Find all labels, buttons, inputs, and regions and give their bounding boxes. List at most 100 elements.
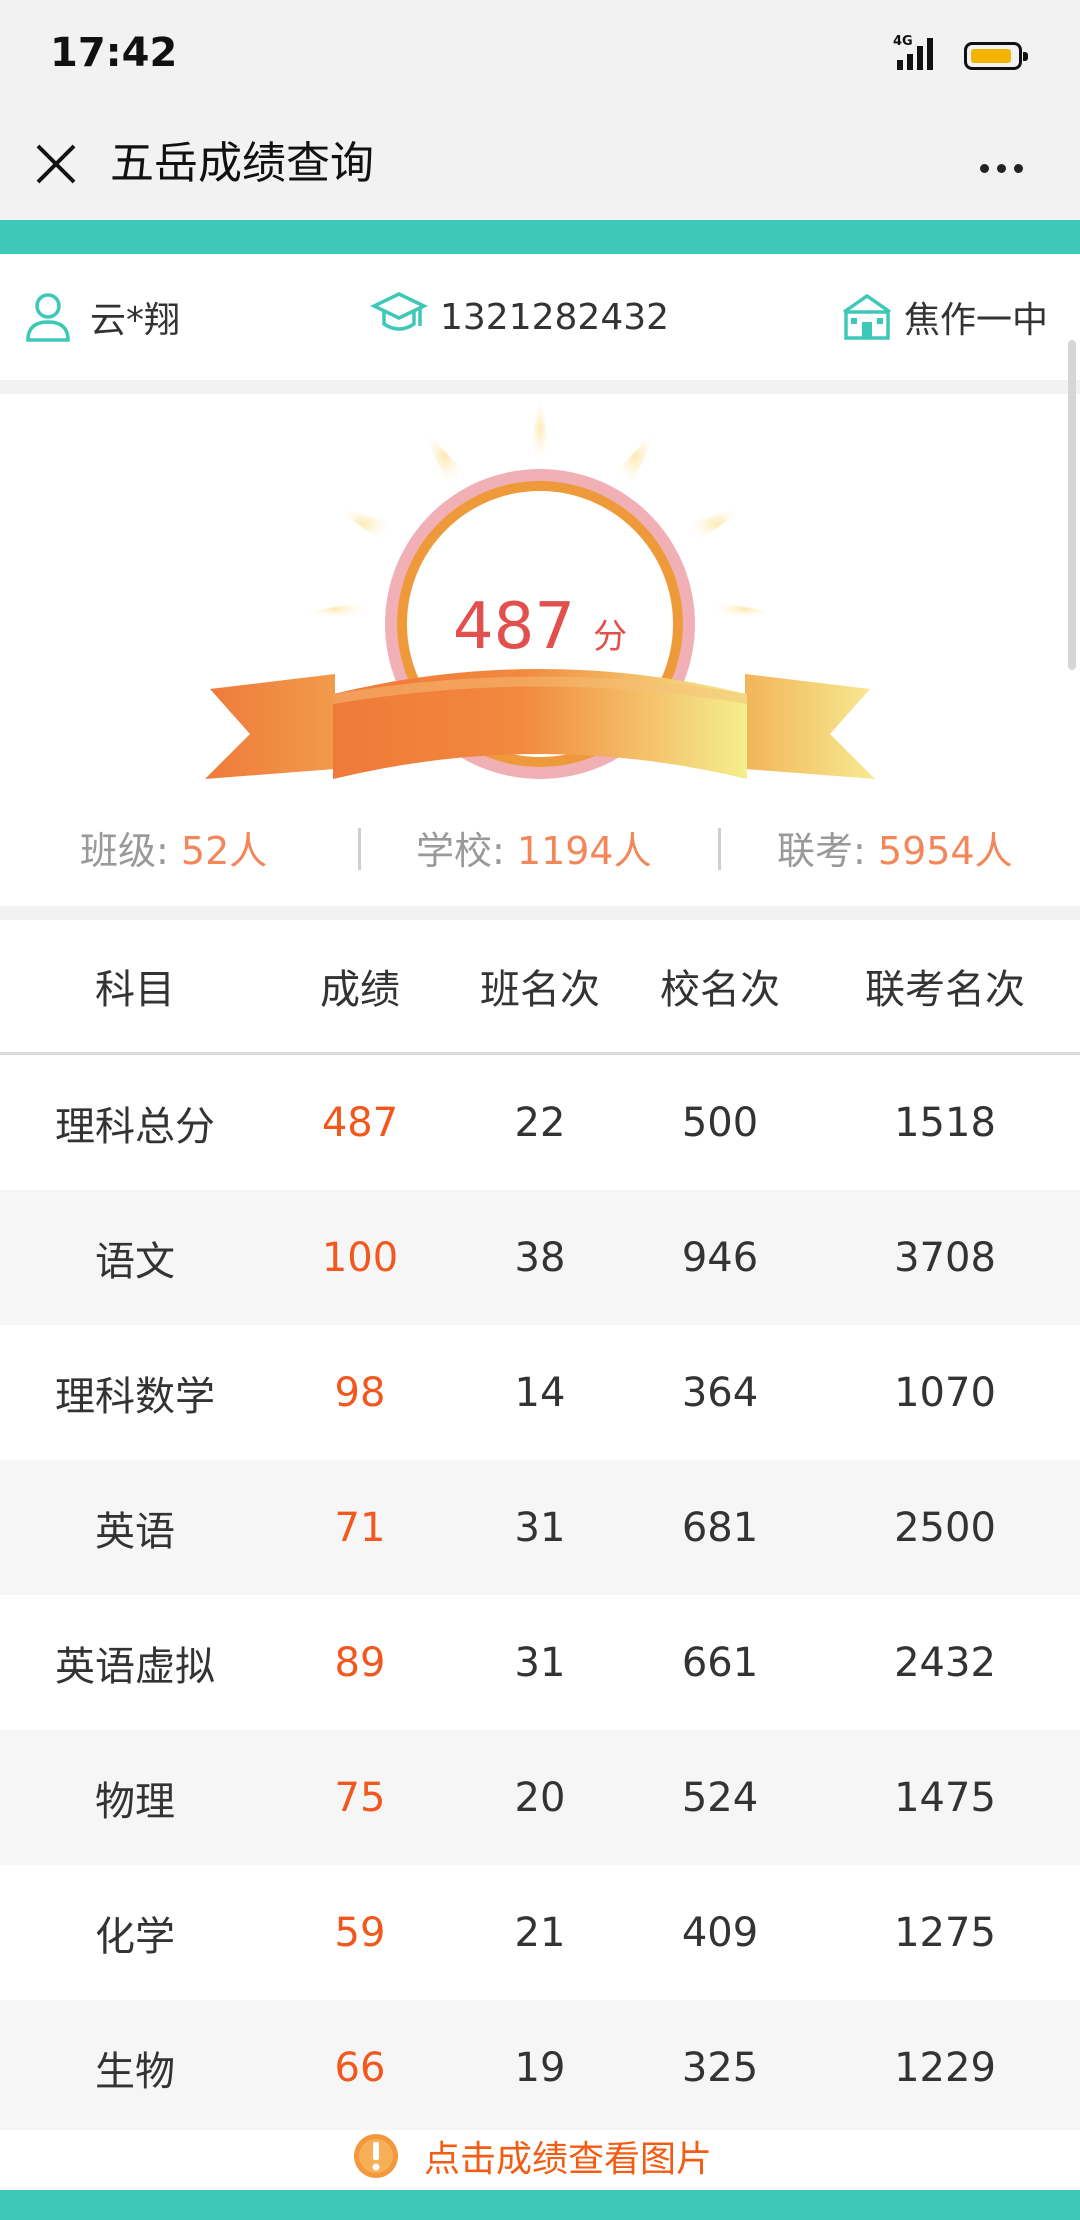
status-time: 17:42	[50, 30, 178, 76]
score-cell[interactable]: 59	[270, 1865, 450, 2000]
joint-rank-cell: 1475	[894, 1774, 996, 1821]
score-card: 487 分 班级: 52人 学校: 1194人 联考: 5954人	[0, 394, 1080, 906]
joint-rank-cell: 3708	[894, 1234, 996, 1281]
more-button[interactable]	[966, 142, 1036, 192]
score-value[interactable]: 59	[335, 1910, 386, 1956]
school-rank-cell: 409	[681, 1909, 759, 1956]
student-school: 焦作一中	[838, 254, 1048, 380]
scores-table: 科目 成绩 班名次 校名次 联考名次 理科总分 487 22 500 1518 …	[0, 920, 1080, 2135]
class-rank-cell: 31	[514, 1639, 566, 1686]
table-row[interactable]: 理科总分 487 22 500 1518	[0, 1055, 1080, 1190]
subject-cell: 理科总分	[55, 1103, 215, 1150]
joint-rank-cell: 1518	[894, 1099, 996, 1146]
class-count-value: 52人	[180, 829, 268, 873]
table-row[interactable]: 生物 66 19 325 1229	[0, 2000, 1080, 2135]
score-value[interactable]: 75	[335, 1775, 386, 1821]
total-score: 487 分	[0, 590, 1080, 664]
student-school-text: 焦作一中	[904, 300, 1049, 341]
score-value[interactable]: 89	[335, 1640, 386, 1686]
table-row[interactable]: 化学 59 21 409 1275	[0, 1865, 1080, 2000]
table-row[interactable]: 语文 100 38 946 3708	[0, 1190, 1080, 1325]
joint-rank-cell: 1229	[894, 2044, 996, 2091]
joint-count-label: 联考:	[777, 829, 878, 873]
school-rank-cell: 524	[681, 1774, 759, 1821]
table-header-row: 科目 成绩 班名次 校名次 联考名次	[0, 920, 1080, 1055]
user-icon	[26, 293, 70, 342]
school-icon	[843, 293, 891, 340]
footer-hint-text[interactable]: 点击成绩查看图片	[424, 2134, 712, 2186]
header-subject: 科目	[95, 967, 175, 1013]
participant-counts: 班级: 52人 学校: 1194人 联考: 5954人	[0, 820, 1080, 880]
header-score: 成绩	[320, 967, 400, 1013]
subject-cell: 生物	[95, 2048, 175, 2095]
student-id: 1321282432	[370, 254, 669, 380]
class-count: 班级: 52人	[80, 820, 267, 875]
score-value[interactable]: 487	[322, 1100, 398, 1146]
header-class-rank: 班名次	[480, 967, 600, 1013]
score-value[interactable]: 71	[335, 1505, 386, 1551]
school-count: 学校: 1194人	[416, 820, 652, 875]
class-rank-cell: 31	[514, 1504, 566, 1551]
school-rank-cell: 325	[681, 2044, 759, 2091]
close-icon	[36, 144, 76, 184]
table-row[interactable]: 物理 75 20 524 1475	[0, 1730, 1080, 1865]
school-rank-cell: 681	[681, 1504, 759, 1551]
score-cell[interactable]: 487	[270, 1055, 450, 1190]
school-rank-cell: 500	[681, 1099, 759, 1146]
subject-cell: 语文	[95, 1238, 175, 1285]
joint-count: 联考: 5954人	[777, 820, 1013, 875]
footer-hint[interactable]: 点击成绩查看图片	[0, 2130, 1080, 2190]
total-score-value: 487	[452, 590, 576, 664]
score-cell[interactable]: 75	[270, 1730, 450, 1865]
score-value[interactable]: 100	[322, 1235, 398, 1281]
header-joint-rank: 联考名次	[865, 967, 1025, 1013]
student-name: 云*翔	[24, 254, 180, 380]
class-rank-cell: 19	[514, 2044, 566, 2091]
subject-cell: 英语虚拟	[55, 1643, 215, 1690]
header-accent-bar	[0, 220, 1080, 254]
close-button[interactable]	[26, 134, 86, 194]
status-bar: 17:42 4G	[0, 0, 1080, 112]
score-cell[interactable]: 66	[270, 2000, 450, 2135]
school-rank-cell: 661	[681, 1639, 759, 1686]
school-count-value: 1194人	[516, 829, 652, 873]
joint-rank-cell: 2500	[894, 1504, 996, 1551]
table-row[interactable]: 英语虚拟 89 31 661 2432	[0, 1595, 1080, 1730]
score-cell[interactable]: 98	[270, 1325, 450, 1460]
school-count-label: 学校:	[416, 829, 517, 873]
total-score-unit: 分	[593, 617, 628, 657]
header-school-rank: 校名次	[660, 967, 780, 1013]
subject-cell: 物理	[95, 1778, 175, 1825]
joint-rank-cell: 1070	[894, 1369, 996, 1416]
subject-cell: 化学	[95, 1913, 175, 1960]
nav-bar: 五岳成绩查询	[0, 112, 1080, 220]
joint-count-value: 5954人	[877, 829, 1013, 873]
class-rank-cell: 20	[514, 1774, 566, 1821]
info-icon	[354, 2134, 398, 2178]
joint-rank-cell: 1275	[894, 1909, 996, 1956]
score-cell[interactable]: 71	[270, 1460, 450, 1595]
table-row[interactable]: 理科数学 98 14 364 1070	[0, 1325, 1080, 1460]
class-rank-cell: 14	[514, 1369, 566, 1416]
battery-icon	[964, 42, 1028, 70]
score-value[interactable]: 66	[335, 2045, 386, 2091]
score-cell[interactable]: 89	[270, 1595, 450, 1730]
class-rank-cell: 38	[514, 1234, 566, 1281]
student-id-text: 1321282432	[440, 296, 670, 338]
joint-rank-cell: 2432	[894, 1639, 996, 1686]
more-icon	[980, 164, 989, 173]
score-cell[interactable]: 100	[270, 1190, 450, 1325]
school-rank-cell: 364	[681, 1369, 759, 1416]
score-value[interactable]: 98	[335, 1370, 386, 1416]
table-row[interactable]: 英语 71 31 681 2500	[0, 1460, 1080, 1595]
class-rank-cell: 21	[514, 1909, 566, 1956]
divider	[718, 828, 721, 870]
scrollbar-thumb[interactable]	[1068, 340, 1076, 670]
subject-cell: 理科数学	[55, 1373, 215, 1420]
subject-cell: 英语	[95, 1508, 175, 1555]
graduation-cap-icon	[370, 292, 428, 331]
student-info-row: 云*翔 1321282432 焦作一中	[0, 254, 1080, 380]
school-rank-cell: 946	[681, 1234, 759, 1281]
student-name-text: 云*翔	[90, 300, 181, 341]
divider	[358, 828, 361, 870]
